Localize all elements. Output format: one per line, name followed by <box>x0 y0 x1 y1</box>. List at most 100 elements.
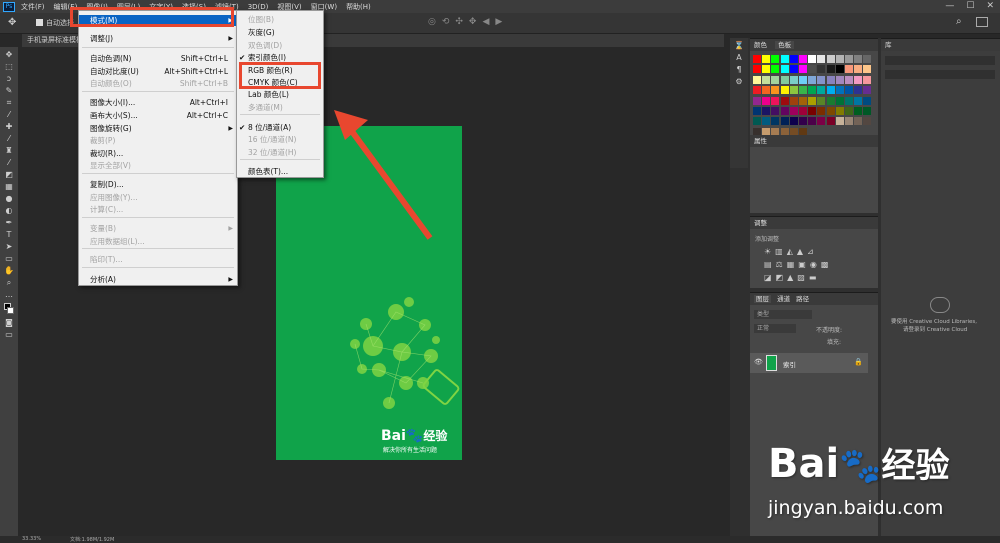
marquee-icon[interactable]: ⬚ <box>4 63 14 71</box>
color-swatch[interactable] <box>808 107 817 115</box>
color-swatch[interactable] <box>845 65 853 74</box>
library-select[interactable] <box>885 56 995 65</box>
image-menu-item[interactable]: 计算(C)... <box>79 204 237 215</box>
character-icon[interactable]: A <box>734 54 744 62</box>
color-swatch[interactable] <box>762 96 771 105</box>
tab-properties[interactable]: 属性 <box>750 135 878 147</box>
mode-menu-item[interactable]: ✔ 8 位/通道(A) <box>237 122 323 133</box>
color-swatch[interactable] <box>762 75 771 84</box>
color-swatch[interactable] <box>845 55 853 63</box>
color-swatch[interactable] <box>826 55 835 63</box>
layer-filter-kind[interactable]: 类型 <box>754 310 812 319</box>
color-swatch[interactable] <box>863 86 872 95</box>
image-menu-item[interactable]: 复制(D)... <box>79 179 237 190</box>
tab-paths[interactable]: 路径 <box>796 295 809 303</box>
visibility-eye-icon[interactable]: 👁 <box>754 358 763 366</box>
color-swatch[interactable] <box>808 86 817 95</box>
image-menu-item[interactable]: 自动对比度(U) Alt+Shift+Ctrl+L <box>79 66 237 77</box>
color-swatch[interactable] <box>762 86 771 95</box>
hand-icon[interactable]: ✋ <box>4 267 14 275</box>
image-menu-item[interactable]: 调整(J) ▶ <box>79 33 237 44</box>
tab-layers[interactable]: 图层 <box>754 295 771 303</box>
image-menu-item[interactable]: 裁剪(P) <box>79 135 237 146</box>
color-swatch[interactable] <box>753 75 761 84</box>
color-swatch[interactable] <box>863 65 872 74</box>
color-swatch[interactable] <box>854 65 863 74</box>
color-swatch[interactable] <box>845 75 853 84</box>
color-swatch[interactable] <box>826 107 835 115</box>
color-swatch[interactable] <box>817 96 826 105</box>
color-swatch[interactable] <box>835 107 844 115</box>
mode-menu-item[interactable]: 多通道(M) <box>237 102 323 113</box>
color-swatch[interactable] <box>863 75 872 84</box>
color-swatch[interactable] <box>826 96 835 105</box>
color-swatch[interactable] <box>826 75 835 84</box>
quick-mask-icon[interactable]: ◙ <box>4 319 14 327</box>
image-menu-item[interactable]: 变量(B) ▶ <box>79 223 237 234</box>
mode-menu-item[interactable]: 16 位/通道(N) <box>237 134 323 145</box>
search-icon[interactable]: ⌕ <box>956 16 962 27</box>
color-swatch[interactable] <box>753 96 761 105</box>
gradient-icon[interactable]: ▦ <box>4 183 14 191</box>
color-swatch[interactable] <box>826 65 835 74</box>
mode-menu-item[interactable]: 灰度(G) <box>237 27 323 38</box>
color-swatch[interactable] <box>780 75 789 84</box>
color-swatch[interactable] <box>817 117 826 126</box>
color-swatch[interactable] <box>817 86 826 95</box>
color-swatch[interactable] <box>817 75 826 84</box>
color-swatch[interactable] <box>771 96 780 105</box>
color-swatch[interactable] <box>845 86 853 95</box>
image-menu-item[interactable]: 画布大小(S)... Alt+Ctrl+C <box>79 110 237 121</box>
crop-icon[interactable]: ⌗ <box>4 99 14 107</box>
color-swatch[interactable] <box>863 117 872 126</box>
color-swatch[interactable] <box>835 117 844 126</box>
menu-0[interactable]: 文件(F) <box>21 2 45 12</box>
color-swatch[interactable] <box>808 55 817 63</box>
color-swatch[interactable] <box>845 117 853 126</box>
color-swatch[interactable] <box>854 96 863 105</box>
brush-icon[interactable]: ⁄ <box>4 135 14 143</box>
color-swatch[interactable] <box>753 117 761 126</box>
color-swatch[interactable] <box>817 65 826 74</box>
paragraph-icon[interactable]: ¶ <box>734 66 744 74</box>
color-swatch[interactable] <box>780 86 789 95</box>
color-swatch[interactable] <box>771 65 780 74</box>
color-swatch[interactable] <box>799 65 807 74</box>
healing-icon[interactable]: ✚ <box>4 123 14 131</box>
menu-10[interactable]: 帮助(H) <box>346 2 371 12</box>
history-icon[interactable]: ⌛ <box>734 42 744 50</box>
color-swatch[interactable] <box>780 107 789 115</box>
color-swatch[interactable] <box>789 75 798 84</box>
color-swatch[interactable] <box>771 117 780 126</box>
color-swatches-icon[interactable] <box>4 303 14 315</box>
path-select-icon[interactable]: ➤ <box>4 243 14 251</box>
stamp-icon[interactable]: ♜ <box>4 147 14 155</box>
mode-menu-item[interactable]: Lab 颜色(L) <box>237 89 323 100</box>
color-swatch[interactable] <box>863 96 872 105</box>
color-swatch[interactable] <box>817 55 826 63</box>
mode-menu-item[interactable]: 双色调(D) <box>237 40 323 51</box>
image-menu-item[interactable]: 分析(A) ▶ <box>79 274 237 285</box>
color-swatch[interactable] <box>762 117 771 126</box>
zoom-icon[interactable]: ⌕ <box>4 279 14 287</box>
color-swatch[interactable] <box>753 55 761 63</box>
properties-icon[interactable]: ⚙ <box>734 78 744 86</box>
color-swatch[interactable] <box>854 55 863 63</box>
color-swatch[interactable] <box>826 117 835 126</box>
color-swatch[interactable] <box>799 96 807 105</box>
color-swatch[interactable] <box>808 96 817 105</box>
pen-icon[interactable]: ✒ <box>4 219 14 227</box>
color-swatch[interactable] <box>771 86 780 95</box>
eyedropper-icon[interactable]: ⁄ <box>4 111 14 119</box>
3d-mode-icons[interactable]: ◎⟲✣✥◀▶ <box>428 17 508 27</box>
tab-adjustments[interactable]: 调整 <box>754 219 767 227</box>
adjustment-icons[interactable]: ☀▥◭▲⊿ ▤⚖▦▣◉▩ ◪◩▲▨▬ <box>764 245 864 284</box>
color-swatch[interactable] <box>771 75 780 84</box>
more-tools-icon[interactable]: … <box>4 291 14 299</box>
color-swatch[interactable] <box>835 96 844 105</box>
screen-mode-icon[interactable]: ▭ <box>4 331 14 339</box>
color-swatch[interactable] <box>817 107 826 115</box>
color-swatch[interactable] <box>762 55 771 63</box>
color-swatch[interactable] <box>799 86 807 95</box>
type-icon[interactable]: T <box>4 231 14 239</box>
